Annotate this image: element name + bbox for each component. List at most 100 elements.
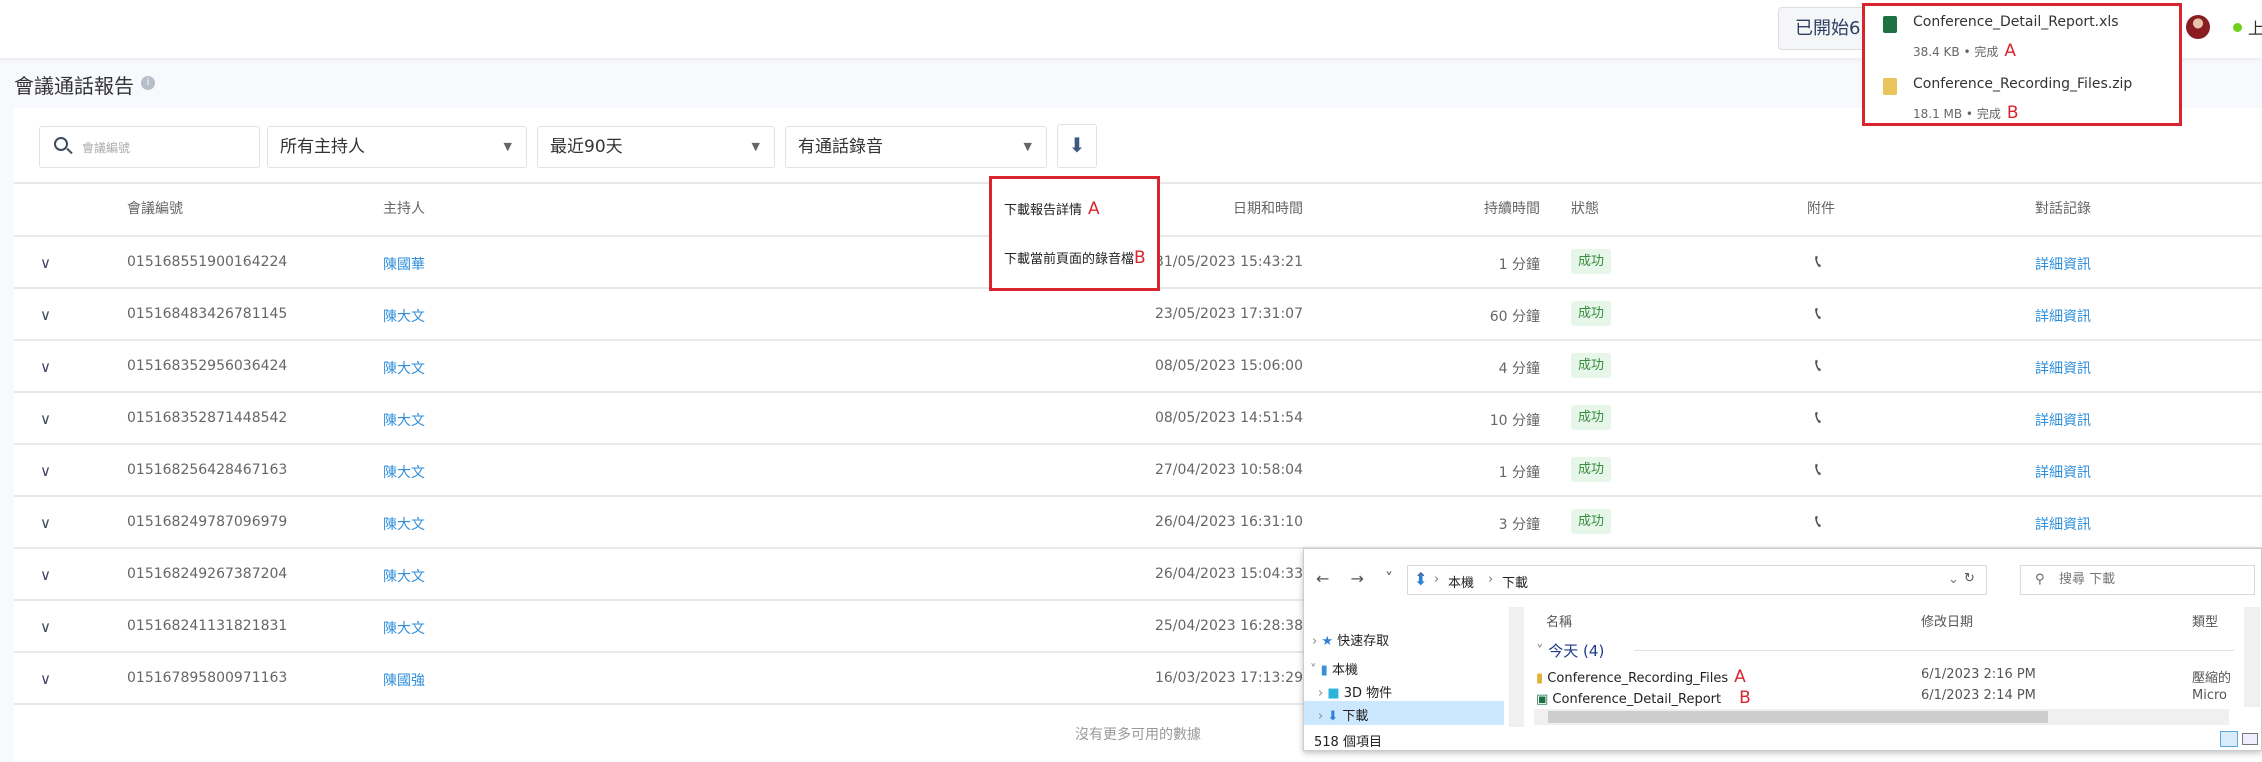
meeting-id: 015168352871448542 xyxy=(127,410,288,426)
header-duration[interactable]: 持續時間 xyxy=(1440,198,1540,218)
phone-recording-icon[interactable]: 📞︎ xyxy=(1815,303,1821,324)
datetime: 27/04/2023 10:58:04 xyxy=(1154,462,1303,478)
datetime: 08/05/2023 14:51:54 xyxy=(1154,410,1303,426)
details-view-icon[interactable] xyxy=(2220,731,2238,747)
datetime: 31/05/2023 15:43:21 xyxy=(1154,254,1303,270)
details-link[interactable]: 詳細資訊 xyxy=(2035,358,2091,378)
datetime: 16/03/2023 17:13:29 xyxy=(1154,670,1303,686)
download-filename: Conference_Recording_Files.zip xyxy=(1913,76,2133,92)
download-meta: 38.4 KB • 完成 xyxy=(1913,45,1999,59)
expand-chevron-icon[interactable]: ∨ xyxy=(40,254,51,272)
header-id[interactable]: 會議編號 xyxy=(127,198,183,218)
thumbnail-view-icon[interactable] xyxy=(2242,733,2258,745)
phone-recording-icon[interactable]: 📞︎ xyxy=(1815,407,1821,428)
explorer-search-input[interactable]: ⚲ 搜尋 下載 xyxy=(2020,565,2255,595)
menu-item-download-recordings[interactable]: 下載當前頁面的錄音檔B xyxy=(1004,248,1146,268)
download-folder-icon: ⬇ xyxy=(1414,570,1428,589)
details-link[interactable]: 詳細資訊 xyxy=(2035,514,2091,534)
host-select-value: 所有主持人 xyxy=(280,137,365,157)
scrollbar-thumb[interactable] xyxy=(1548,711,2048,723)
content-vertical-scrollbar[interactable] xyxy=(2244,607,2260,707)
breadcrumb-item[interactable]: 下載 xyxy=(1502,572,1528,591)
column-type[interactable]: 類型 xyxy=(2192,611,2218,630)
status-badge: 成功 xyxy=(1571,405,1612,430)
details-link[interactable]: 詳細資訊 xyxy=(2035,254,2091,274)
avatar[interactable] xyxy=(2186,15,2210,39)
host-link[interactable]: 陳大文 xyxy=(383,410,425,430)
expand-chevron-icon[interactable]: ∨ xyxy=(40,462,51,480)
online-status-text: 上 xyxy=(2248,19,2262,38)
status-badge-text: 成功 xyxy=(1571,457,1612,482)
date-range-select[interactable]: 最近90天 ▼ xyxy=(537,126,775,168)
status-badge: 成功 xyxy=(1571,353,1612,378)
details-link[interactable]: 詳細資訊 xyxy=(2035,306,2091,326)
meeting-id: 015168551900164224 xyxy=(127,254,288,270)
nav-item-3d-objects[interactable]: › ■ 3D 物件 xyxy=(1318,682,1392,701)
item-count: 518 個項目 xyxy=(1314,735,1382,750)
phone-recording-icon[interactable]: 📞︎ xyxy=(1815,459,1821,480)
host-link[interactable]: 陳國強 xyxy=(383,670,425,690)
download-item[interactable]: Conference_Detail_Report.xls 38.4 KB • 完… xyxy=(1865,6,2179,64)
meeting-id: 015168256428467163 xyxy=(127,462,288,478)
date-range-value: 最近90天 xyxy=(550,137,623,157)
chevron-down-icon[interactable]: ⌄ xyxy=(1948,572,1959,587)
host-link[interactable]: 陳大文 xyxy=(383,514,425,534)
host-link[interactable]: 陳大文 xyxy=(383,618,425,638)
file-modified: 6/1/2023 2:14 PM xyxy=(1921,688,2036,703)
caret-down-icon: ▼ xyxy=(503,140,512,153)
header-host[interactable]: 主持人 xyxy=(383,198,425,218)
host-link[interactable]: 陳大文 xyxy=(383,358,425,378)
expand-chevron-icon[interactable]: ∨ xyxy=(40,566,51,584)
status-badge-text: 成功 xyxy=(1571,509,1612,534)
expand-chevron-icon[interactable]: ∨ xyxy=(40,670,51,688)
expand-chevron-icon[interactable]: ∨ xyxy=(40,358,51,376)
download-menu: 下載報告詳情 A 下載當前頁面的錄音檔B xyxy=(989,176,1160,291)
nav-item-quick-access[interactable]: › ★ 快速存取 xyxy=(1312,630,1389,649)
menu-item-download-report[interactable]: 下載報告詳情 A xyxy=(1004,199,1100,219)
recording-select[interactable]: 有通話錄音 ▼ xyxy=(785,126,1047,168)
host-link[interactable]: 陳大文 xyxy=(383,306,425,326)
breadcrumb-item[interactable]: 本機 xyxy=(1448,572,1474,591)
file-row[interactable]: ▮ Conference_Recording_Files A xyxy=(1536,667,1746,687)
row-divider xyxy=(14,443,2262,445)
status-badge: 成功 xyxy=(1571,509,1612,534)
host-select[interactable]: 所有主持人 ▼ xyxy=(267,126,527,168)
file-row[interactable]: ▣ Conference_Detail_Report B xyxy=(1536,688,1751,708)
duration: 1 分鐘 xyxy=(1498,465,1540,481)
nav-item-downloads[interactable]: › ⬇ 下載 xyxy=(1318,705,1368,724)
host-link[interactable]: 陳國華 xyxy=(383,254,425,274)
phone-recording-icon[interactable]: 📞︎ xyxy=(1815,511,1821,532)
column-name[interactable]: 名稱 xyxy=(1546,611,1572,630)
recording-value: 有通話錄音 xyxy=(798,137,883,157)
row-divider xyxy=(14,339,2262,341)
horizontal-scrollbar[interactable] xyxy=(1534,709,2229,725)
annotation-mark: A xyxy=(1734,667,1746,687)
search-icon xyxy=(54,137,68,151)
details-link[interactable]: 詳細資訊 xyxy=(2035,410,2091,430)
expand-chevron-icon[interactable]: ∨ xyxy=(40,514,51,532)
header-attachment: 附件 xyxy=(1807,201,1835,217)
download-item[interactable]: Conference_Recording_Files.zip 18.1 MB •… xyxy=(1865,68,2179,126)
divider xyxy=(1634,650,2234,651)
phone-recording-icon[interactable]: 📞︎ xyxy=(1815,355,1821,376)
expand-chevron-icon[interactable]: ∨ xyxy=(40,618,51,636)
details-link[interactable]: 詳細資訊 xyxy=(2035,462,2091,482)
column-modified[interactable]: 修改日期 xyxy=(1921,611,1973,630)
phone-recording-icon[interactable]: 📞︎ xyxy=(1815,251,1821,272)
search-input[interactable]: 會議編號 xyxy=(39,126,260,168)
header-datetime[interactable]: 日期和時間 xyxy=(1170,198,1303,218)
address-bar[interactable]: ⬇ › 本機 › 下載 ⌄ ↻ xyxy=(1407,565,1987,595)
header-status[interactable]: 狀態 xyxy=(1571,198,1599,218)
host-link[interactable]: 陳大文 xyxy=(383,462,425,482)
group-today[interactable]: ˅ 今天 (4) xyxy=(1536,640,1604,661)
expand-chevron-icon[interactable]: ∨ xyxy=(40,306,51,324)
nav-scrollbar[interactable] xyxy=(1509,607,1524,727)
file-explorer-window: ← → ˅ ↑ ⬇ › 本機 › 下載 ⌄ ↻ ⚲ 搜尋 下載 › ★ 快速存取 … xyxy=(1303,548,2262,751)
page-title: 會議通話報告 xyxy=(14,74,134,98)
host-link[interactable]: 陳大文 xyxy=(383,566,425,586)
nav-item-this-pc[interactable]: ˅ ▮ 本機 xyxy=(1310,659,1358,678)
expand-chevron-icon[interactable]: ∨ xyxy=(40,410,51,428)
refresh-icon[interactable]: ↻ xyxy=(1964,571,1975,586)
info-icon[interactable]: i xyxy=(141,76,155,90)
download-button[interactable]: ⬇ xyxy=(1057,124,1097,168)
